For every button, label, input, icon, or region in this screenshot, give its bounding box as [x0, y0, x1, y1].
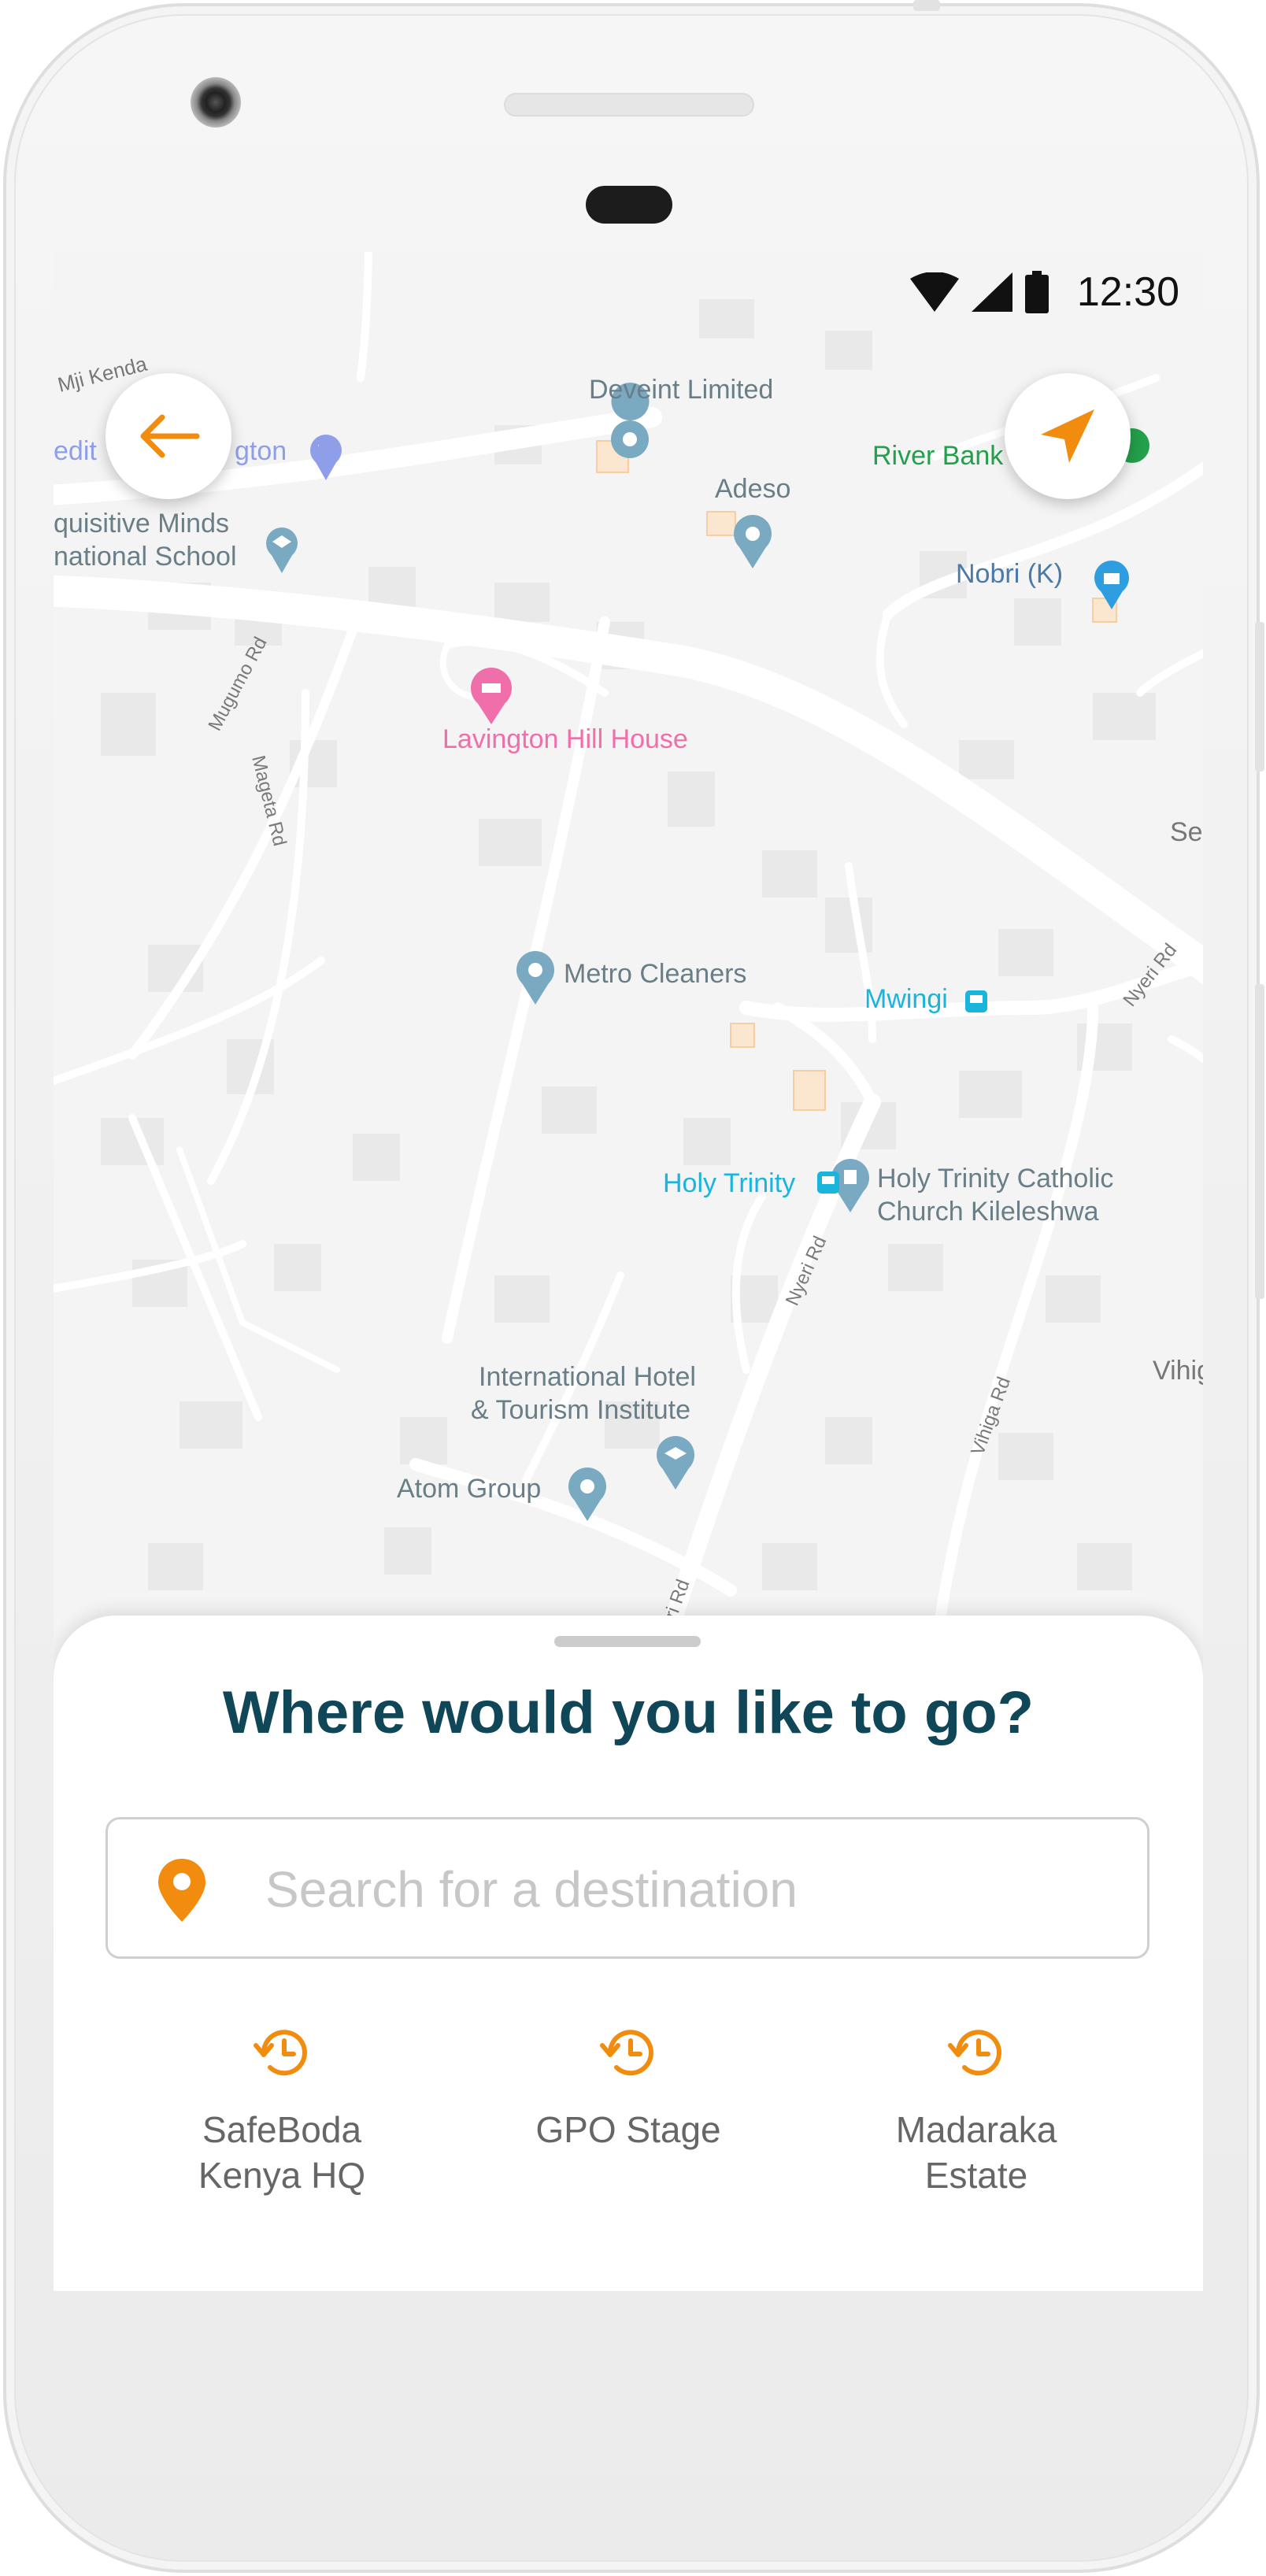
label-credit-left: edit	[54, 436, 97, 466]
history-clock-icon	[948, 2030, 1001, 2076]
label-holy-church-2: Church Kileleshwa	[877, 1197, 1099, 1227]
label-nobri: Nobri (K)	[956, 559, 1063, 589]
label-deveint: Deveint Limited	[589, 375, 773, 405]
phone-top-button	[913, 0, 940, 11]
history-clock-icon	[600, 2030, 653, 2076]
transit-icon-holy-trinity[interactable]	[817, 1171, 839, 1194]
transit-icon-mwingi[interactable]	[965, 990, 987, 1012]
earpiece-speaker	[504, 93, 754, 117]
label-inquisitive-2: national School	[54, 542, 237, 572]
label-atom: Atom Group	[397, 1474, 541, 1504]
navigation-arrow-icon	[1041, 409, 1094, 463]
proximity-sensor	[586, 186, 672, 224]
recent-label: Madaraka Estate	[895, 2109, 1057, 2196]
arrow-left-icon	[140, 414, 200, 458]
recent-destination-safeboda[interactable]: SafeBoda Kenya HQ	[124, 2025, 439, 2198]
sheet-drag-handle[interactable]	[554, 1636, 701, 1647]
status-time: 12:30	[1076, 269, 1179, 315]
label-se: Se	[1170, 817, 1203, 847]
label-mwingi: Mwingi	[864, 984, 948, 1014]
phone-side-button-upper	[1255, 622, 1264, 772]
recent-label: SafeBoda Kenya HQ	[198, 2109, 366, 2196]
label-holy-church-1: Holy Trinity Catholic	[877, 1164, 1113, 1194]
recent-destination-gpo[interactable]: GPO Stage	[471, 2025, 786, 2152]
search-input[interactable]	[264, 1851, 1117, 1928]
label-intl-hotel-1: International Hotel	[479, 1362, 696, 1392]
label-adeso: Adeso	[715, 474, 790, 504]
label-intl-hotel-2: & Tourism Institute	[471, 1395, 690, 1425]
label-lavington: Lavington Hill House	[442, 724, 688, 754]
wifi-icon	[909, 272, 959, 312]
locate-me-button[interactable]	[1005, 373, 1131, 499]
battery-icon	[1024, 271, 1049, 313]
label-metro: Metro Cleaners	[564, 959, 746, 989]
destination-sheet: Where would you like to go? SafeBoda Ken…	[54, 1616, 1203, 2291]
status-bar: 12:30	[909, 265, 1179, 320]
front-camera	[191, 77, 241, 128]
back-button[interactable]	[106, 373, 231, 499]
label-holy-trinity: Holy Trinity	[663, 1168, 795, 1198]
app-screen: Mji Kenda edit gton Deveint Limited Ades…	[54, 252, 1203, 2291]
destination-search-field[interactable]	[106, 1817, 1149, 1959]
label-vihig: Vihig	[1153, 1356, 1203, 1386]
map-pin-icon	[158, 1859, 205, 1922]
cell-signal-icon	[971, 272, 1012, 312]
recent-label: GPO Stage	[535, 2109, 721, 2150]
recent-destination-madaraka[interactable]: Madaraka Estate	[819, 2025, 1134, 2198]
label-inquisitive-1: quisitive Minds	[54, 509, 229, 539]
history-clock-icon	[254, 2030, 307, 2076]
phone-side-button-lower	[1255, 984, 1264, 1299]
label-credit-right: gton	[235, 436, 287, 466]
sheet-title: Where would you like to go?	[222, 1679, 1035, 1746]
label-river-bank: River Bank	[872, 441, 1004, 471]
transit-icon-credit	[318, 444, 335, 458]
